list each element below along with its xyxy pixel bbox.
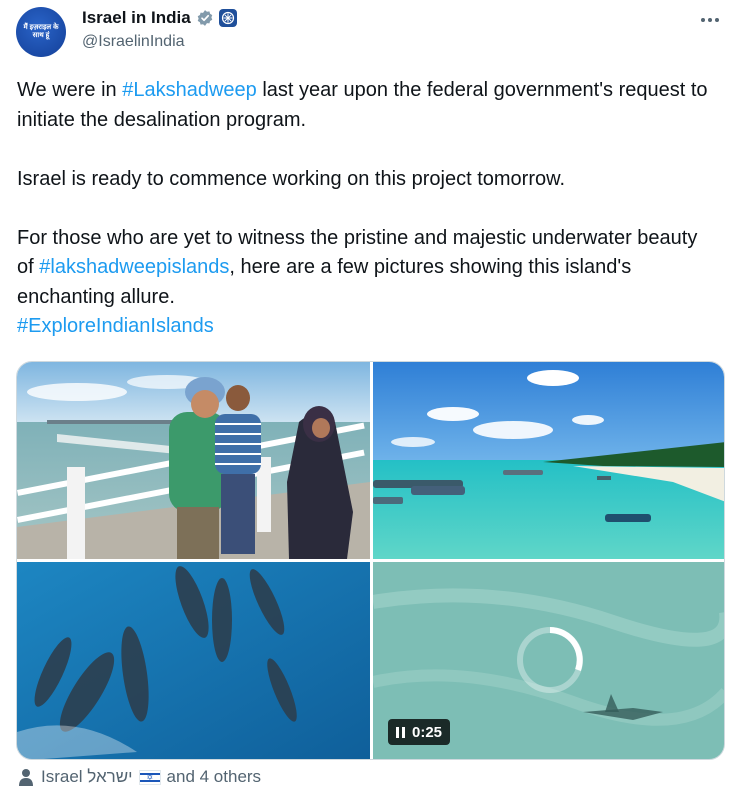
author-handle[interactable]: @IsraelinIndia bbox=[82, 33, 237, 51]
tweet-body: We were in #Lakshadweep last year upon t… bbox=[17, 76, 717, 342]
government-affiliation-icon[interactable] bbox=[218, 9, 237, 27]
photo-dolphins-underwater[interactable] bbox=[17, 562, 370, 759]
author-names: Israel in India @IsraelinIndia bbox=[82, 6, 237, 51]
tweet-paragraph-3: For those who are yet to witness the pri… bbox=[17, 224, 717, 313]
tweet-paragraph-2: Israel is ready to commence working on t… bbox=[17, 167, 565, 190]
video-playback-badge[interactable]: 0:25 bbox=[388, 719, 451, 745]
hashtag-link[interactable]: #lakshadweepislands bbox=[39, 256, 229, 278]
tagged-users[interactable]: Israel ישראל ✡ and 4 others bbox=[18, 765, 261, 789]
display-name-row: Israel in India bbox=[82, 6, 237, 30]
video-time: 0:25 bbox=[412, 723, 443, 741]
avatar[interactable]: मैं इज़राइल के साथ हूं bbox=[16, 7, 66, 57]
tweet-header: मैं इज़राइल के साथ हूं Israel in India @… bbox=[16, 4, 728, 60]
hashtag-link[interactable]: #ExploreIndianIslands bbox=[17, 315, 214, 337]
tagged-others[interactable]: and 4 others bbox=[167, 767, 262, 787]
more-options-icon[interactable] bbox=[696, 6, 724, 34]
person-icon bbox=[19, 769, 33, 786]
tweet-paragraph-1: We were in #Lakshadweep last year upon t… bbox=[17, 76, 717, 135]
tagged-user-name[interactable]: Israel ישראל bbox=[41, 767, 133, 787]
photo-lagoon-boats[interactable] bbox=[373, 362, 724, 559]
tweet-text-span: We were in bbox=[17, 79, 123, 101]
avatar-text: मैं इज़राइल के साथ हूं bbox=[23, 24, 59, 39]
hashtag-link[interactable]: #Lakshadweep bbox=[122, 79, 257, 101]
loading-spinner-icon bbox=[517, 627, 583, 693]
media-grid: 0:25 bbox=[16, 361, 725, 760]
photo-people-on-pier[interactable] bbox=[17, 362, 370, 559]
display-name[interactable]: Israel in India bbox=[82, 8, 191, 28]
pause-icon[interactable] bbox=[396, 726, 405, 738]
israel-flag-icon: ✡ bbox=[138, 769, 161, 785]
verified-badge-icon[interactable] bbox=[196, 9, 214, 27]
